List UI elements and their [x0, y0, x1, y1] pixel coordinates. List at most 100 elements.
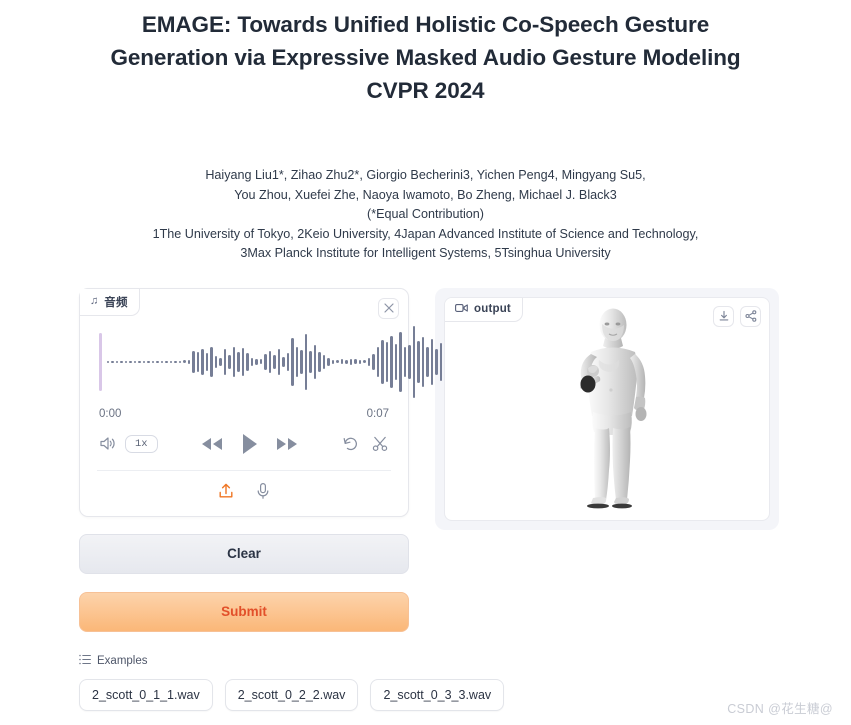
- waveform-bar: [255, 358, 258, 365]
- waveform-bar: [403, 346, 406, 377]
- undo-button[interactable]: [342, 436, 359, 452]
- waveform-bar: [169, 360, 172, 363]
- example-item[interactable]: 2_scott_0_2_2.wav: [224, 678, 359, 711]
- title-line-2: Generation via Expressive Masked Audio G…: [110, 45, 741, 70]
- avatar: [445, 298, 769, 520]
- waveform-bar: [394, 343, 397, 380]
- scissors-icon: [372, 436, 388, 451]
- waveform-bar: [250, 357, 253, 366]
- waveform-bar: [381, 339, 384, 384]
- waveform-bar: [430, 338, 433, 385]
- waveform-bar: [142, 360, 145, 363]
- waveform-bar: [228, 354, 231, 369]
- waveform-bar: [282, 356, 285, 367]
- list-icon: [79, 654, 91, 668]
- video-camera-icon: [455, 303, 468, 316]
- waveform-bar: [291, 337, 294, 386]
- audio-edit-controls: [342, 436, 389, 452]
- rewind-button[interactable]: [200, 436, 224, 452]
- time-current: 0:00: [99, 407, 122, 420]
- authors-block: Haiyang Liu1*, Zihao Zhu2*, Giorgio Bech…: [60, 166, 791, 264]
- clear-button[interactable]: Clear: [79, 533, 409, 574]
- upload-audio-button[interactable]: [217, 482, 235, 500]
- audio-panel-tag: ♫ 音频: [80, 288, 140, 316]
- example-item[interactable]: 2_scott_0_3_3.wav: [370, 678, 505, 711]
- audio-waveform[interactable]: [99, 323, 510, 401]
- waveform-bar: [399, 331, 402, 392]
- example-item[interactable]: 2_scott_0_1_1.wav: [79, 678, 213, 711]
- time-total: 0:07: [366, 407, 389, 420]
- waveform-bar: [264, 353, 267, 370]
- waveform-bar: [327, 357, 330, 366]
- author-line-2: You Zhou, Xuefei Zhe, Naoya Iwamoto, Bo …: [234, 187, 617, 202]
- waveform-bar: [232, 346, 235, 377]
- audio-time-row: 0:00 0:07: [95, 401, 393, 420]
- trim-button[interactable]: [372, 436, 389, 452]
- download-button[interactable]: [713, 305, 734, 327]
- author-line-1: Haiyang Liu1*, Zihao Zhu2*, Giorgio Bech…: [205, 168, 646, 182]
- input-column: ♫ 音频 0:00 0:07 1x Clear Submit: [79, 287, 510, 632]
- undo-icon: [343, 437, 357, 450]
- waveform-bar: [115, 360, 118, 363]
- affiliation-line-2: 3Max Planck Institute for Intelligent Sy…: [240, 246, 611, 260]
- volume-button[interactable]: [99, 436, 116, 451]
- waveform-bar: [363, 360, 366, 363]
- waveform-bar: [241, 347, 244, 376]
- waveform-bar: [322, 354, 325, 369]
- waveform-playhead[interactable]: [99, 332, 102, 391]
- waveform-bar: [376, 346, 379, 377]
- waveform-bar: [111, 360, 114, 363]
- title-line-1: EMAGE: Towards Unified Holistic Co-Speec…: [141, 12, 710, 37]
- waveform-bar: [147, 360, 150, 363]
- examples-header: Examples: [79, 654, 779, 668]
- playback-speed-button[interactable]: 1x: [125, 434, 158, 453]
- waveform-bar: [160, 360, 163, 363]
- examples-label: Examples: [97, 654, 148, 667]
- record-microphone-button[interactable]: [255, 482, 271, 500]
- waveform-bar: [331, 359, 334, 364]
- waveform-bar: [268, 350, 271, 373]
- waveform-bar: [259, 359, 262, 364]
- waveform-bar: [214, 355, 217, 368]
- waveform-bar: [421, 336, 424, 387]
- rewind-icon: [202, 437, 223, 450]
- download-icon: [719, 310, 728, 321]
- affiliation-line-1: 1The University of Tokyo, 2Keio Universi…: [152, 226, 699, 241]
- waveform-bar: [390, 335, 393, 388]
- waveform-bar: [358, 359, 361, 364]
- audio-source-row: [95, 471, 393, 506]
- share-button[interactable]: [740, 305, 761, 327]
- title-line-3: CVPR 2024: [366, 78, 485, 103]
- waveform-bar: [210, 346, 213, 377]
- waveform-bar: [313, 344, 316, 379]
- output-container: output: [435, 287, 779, 530]
- fast-forward-button[interactable]: [275, 436, 299, 452]
- page-header: EMAGE: Towards Unified Holistic Co-Speec…: [0, 0, 851, 264]
- share-icon: [744, 310, 756, 322]
- audio-transport-controls: [158, 432, 342, 456]
- waveform-bar: [372, 353, 375, 370]
- waveform-bar: [286, 352, 289, 371]
- waveform-bar: [138, 360, 141, 363]
- audio-panel-label: 音频: [104, 296, 128, 309]
- output-panel-label: output: [474, 303, 511, 315]
- play-button[interactable]: [240, 432, 259, 456]
- waveform-bar: [178, 360, 181, 363]
- waveform-bar: [129, 360, 132, 363]
- watermark: CSDN @花生糖@: [727, 702, 833, 716]
- waveform-bar: [196, 351, 199, 372]
- waveform-bar: [205, 352, 208, 371]
- upload-icon: [219, 483, 233, 497]
- waveform-bar: [309, 350, 312, 373]
- waveform-bar: [246, 352, 249, 371]
- audio-input-panel: ♫ 音频 0:00 0:07 1x: [79, 287, 510, 517]
- close-audio-button[interactable]: [378, 297, 399, 319]
- waveform-bar: [124, 360, 127, 363]
- output-actions: [713, 305, 761, 327]
- submit-button[interactable]: Submit: [79, 591, 409, 632]
- 3d-body-mesh: [580, 308, 647, 509]
- waveform-bar: [151, 360, 154, 363]
- waveform-bar: [318, 351, 321, 372]
- waveform-bar: [183, 360, 186, 363]
- waveform-bar: [439, 342, 442, 381]
